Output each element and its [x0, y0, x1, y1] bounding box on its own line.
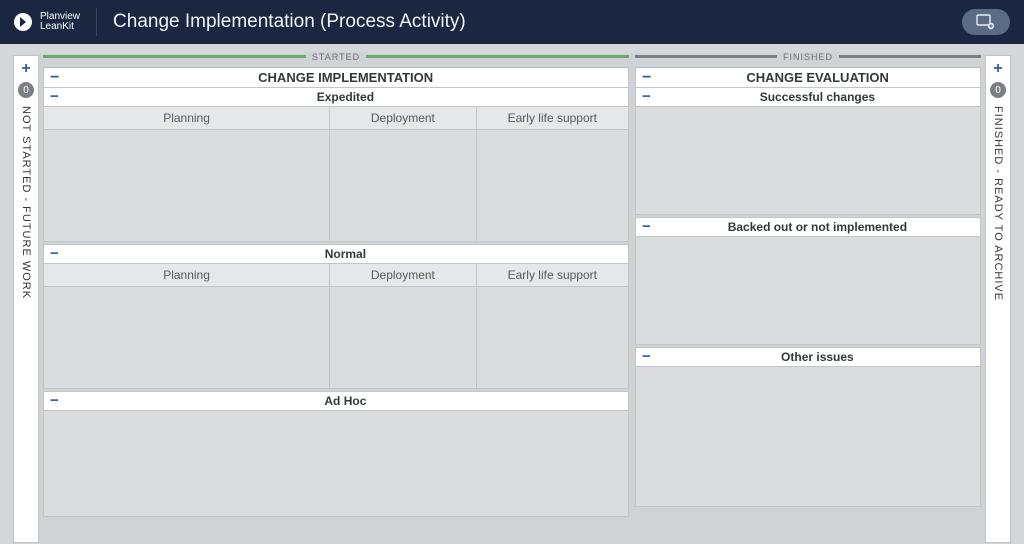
lane-change-implementation: − CHANGE IMPLEMENTATION — [43, 67, 629, 88]
dropzone-successful[interactable] — [635, 107, 981, 215]
dropzone-other-issues[interactable] — [635, 367, 981, 507]
add-card-button[interactable] — [962, 9, 1010, 35]
play-icon — [14, 13, 32, 31]
lane-finished-archive-collapsed[interactable]: + 0 FINISHED - READY TO ARCHIVE — [985, 55, 1011, 543]
col-deployment: Deployment — [330, 264, 477, 287]
sublane-title: Other issues — [661, 350, 974, 364]
sublane-successful: − Successful changes — [635, 88, 981, 107]
col-planning: Planning — [43, 107, 330, 130]
super-lane-finished: FINISHED − CHANGE EVALUATION − Successfu… — [635, 55, 981, 543]
dropzone-normal-els[interactable] — [477, 287, 629, 389]
collapse-icon[interactable]: − — [50, 91, 59, 103]
lane-change-evaluation: − CHANGE EVALUATION — [635, 67, 981, 88]
dropzone-expedited-planning[interactable] — [43, 130, 330, 242]
sublane-normal: − Normal — [43, 244, 629, 264]
board-title: Change Implementation (Process Activity) — [113, 11, 466, 33]
dropzone-adhoc[interactable] — [43, 411, 629, 517]
lane-title: CHANGE IMPLEMENTATION — [69, 70, 622, 85]
sublane-backed-out: − Backed out or not implemented — [635, 217, 981, 237]
col-early-life-support: Early life support — [477, 107, 629, 130]
card-count-badge: 0 — [990, 82, 1006, 98]
dropzone-backed-out[interactable] — [635, 237, 981, 345]
col-planning: Planning — [43, 264, 330, 287]
sublane-other-issues: − Other issues — [635, 347, 981, 367]
sublane-title: Normal — [69, 247, 622, 261]
card-count-badge: 0 — [18, 82, 34, 98]
lane-label: FINISHED - READY TO ARCHIVE — [992, 106, 1004, 301]
brand-logo[interactable]: Planview LeanKit — [14, 8, 97, 36]
sublane-title: Ad Hoc — [69, 394, 622, 408]
collapse-icon[interactable]: − — [642, 351, 651, 363]
collapse-icon[interactable]: − — [50, 395, 59, 407]
expand-icon[interactable]: + — [993, 60, 1002, 78]
top-bar: Planview LeanKit Change Implementation (… — [0, 0, 1024, 44]
brand-line2: LeanKit — [40, 22, 80, 32]
sublane-adhoc: − Ad Hoc — [43, 391, 629, 411]
collapse-icon[interactable]: − — [642, 72, 651, 84]
expand-icon[interactable]: + — [21, 60, 30, 78]
collapse-icon[interactable]: − — [642, 221, 651, 233]
sublane-title: Expedited — [69, 90, 622, 104]
finished-cap: FINISHED — [635, 55, 981, 67]
dropzone-normal-deployment[interactable] — [330, 287, 477, 389]
super-lane-started: STARTED − CHANGE IMPLEMENTATION − Expedi… — [43, 55, 629, 543]
dropzone-expedited-els[interactable] — [477, 130, 629, 242]
add-card-icon — [976, 14, 996, 30]
lane-title: CHANGE EVALUATION — [661, 70, 974, 85]
dropzone-normal-planning[interactable] — [43, 287, 330, 389]
lane-label: NOT STARTED - FUTURE WORK — [20, 106, 32, 299]
kanban-board: + 0 NOT STARTED - FUTURE WORK STARTED − … — [12, 54, 1012, 544]
sublane-expedited: − Expedited — [43, 88, 629, 107]
dropzone-expedited-deployment[interactable] — [330, 130, 477, 242]
sublane-title: Successful changes — [661, 90, 974, 104]
collapse-icon[interactable]: − — [50, 248, 59, 260]
collapse-icon[interactable]: − — [642, 91, 651, 103]
collapse-icon[interactable]: − — [50, 72, 59, 84]
brand-text: Planview LeanKit — [40, 12, 80, 32]
started-cap: STARTED — [43, 55, 629, 67]
lane-not-started-collapsed[interactable]: + 0 NOT STARTED - FUTURE WORK — [13, 55, 39, 543]
col-early-life-support: Early life support — [477, 264, 629, 287]
sublane-title: Backed out or not implemented — [661, 220, 974, 234]
col-deployment: Deployment — [330, 107, 477, 130]
